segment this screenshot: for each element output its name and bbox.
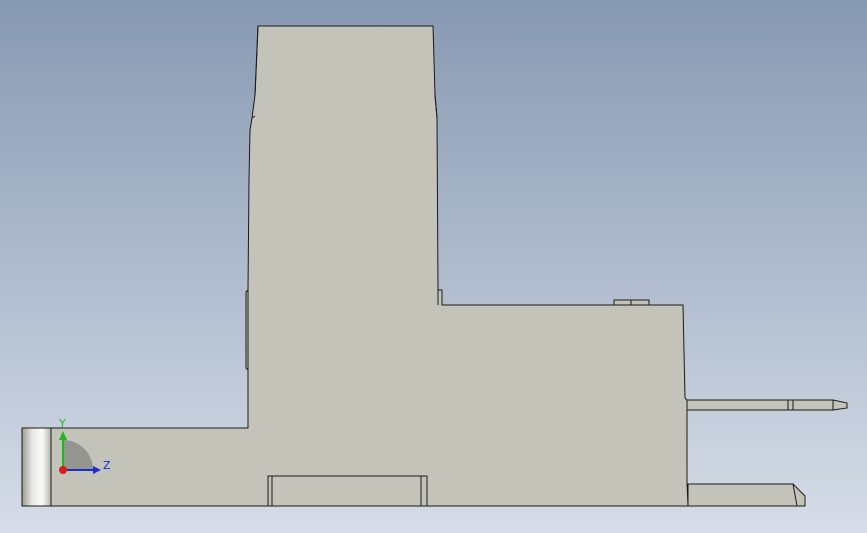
x-axis-dot-icon — [59, 466, 67, 474]
left-cylinder — [21, 427, 52, 507]
bottom-recess — [267, 475, 428, 507]
bottom-right-lip — [687, 483, 806, 507]
model-view[interactable]: Y Z — [0, 0, 867, 533]
right-pin — [686, 399, 848, 411]
y-axis-label: Y — [58, 417, 66, 430]
graphics-viewport[interactable]: Y Z — [0, 0, 867, 533]
z-axis-label: Z — [103, 459, 111, 472]
